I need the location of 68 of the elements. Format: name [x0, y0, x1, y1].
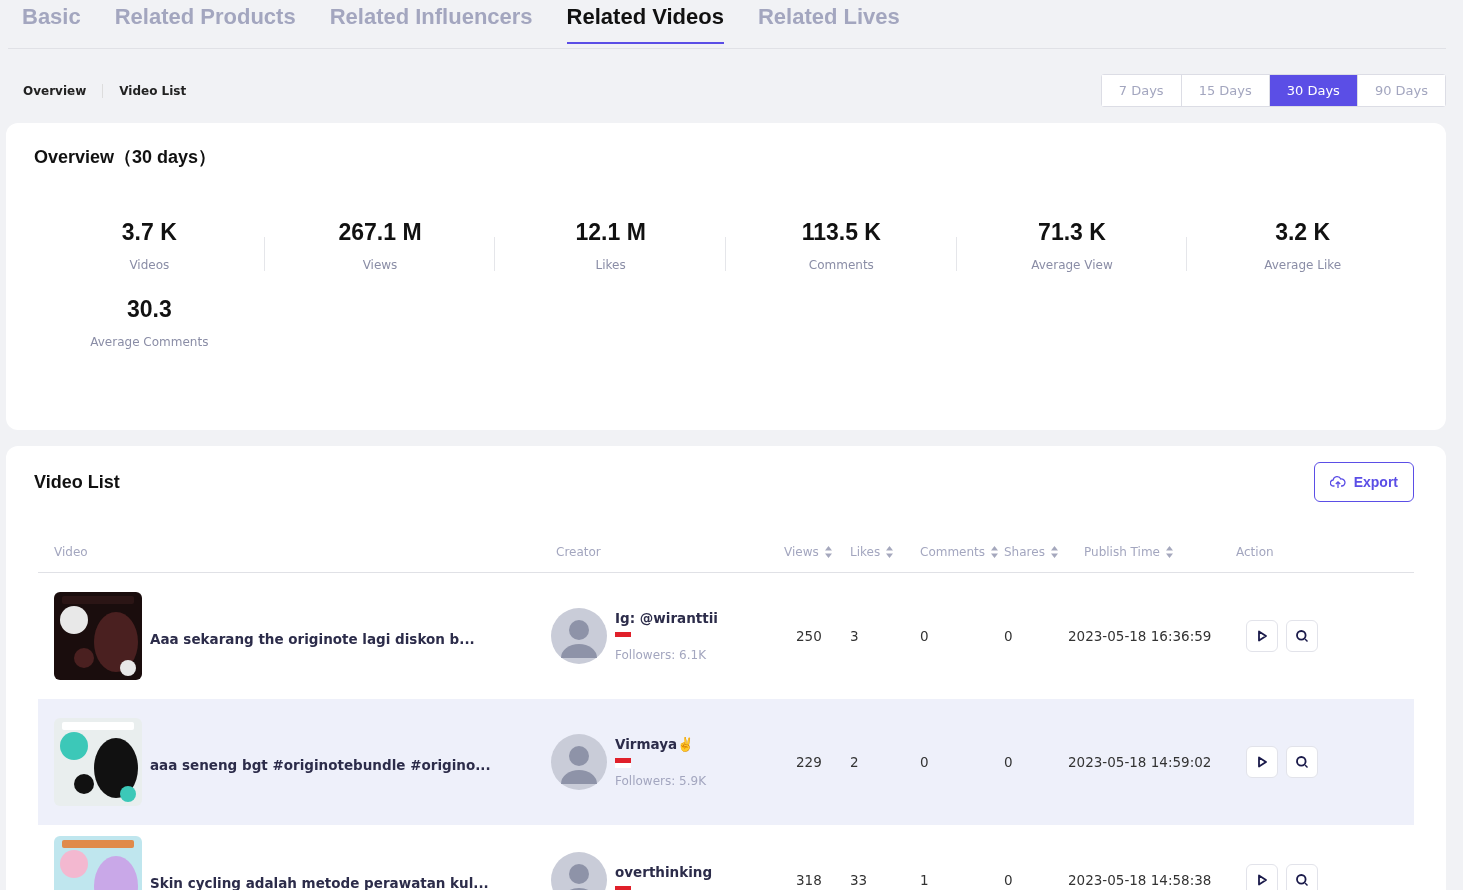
stat-label: Views	[362, 258, 398, 272]
video-title[interactable]: aaa seneng bgt #originotebundle #origino...	[150, 751, 491, 773]
anchor-link[interactable]: Overview	[23, 83, 87, 98]
column-header: Publish Time	[1084, 545, 1160, 559]
stat-value: 267.1 M	[338, 219, 422, 246]
stat-value: 30.3	[126, 296, 172, 323]
search-icon	[1295, 629, 1309, 643]
play-button[interactable]	[1246, 864, 1278, 890]
table-cell: 0	[920, 628, 929, 644]
table-cell: 2	[850, 754, 859, 770]
creator-name[interactable]: Virmaya✌	[615, 736, 695, 752]
stat-label: Average View	[1031, 258, 1113, 272]
follower-count: Followers: 5.9K	[615, 774, 707, 788]
stat-label: Likes	[595, 258, 626, 272]
column-header: Creator	[556, 545, 601, 559]
table-cell: 250	[796, 628, 822, 644]
play-button[interactable]	[1246, 746, 1278, 778]
cloud-upload-icon	[1329, 475, 1346, 489]
stat-value: 3.7 K	[121, 219, 177, 246]
export-button[interactable]: Export	[1313, 462, 1414, 502]
avatar	[551, 608, 607, 664]
table-cell: 2023-05-18 14:58:38	[1068, 872, 1212, 888]
search-button[interactable]	[1286, 620, 1318, 652]
stat-label: Videos	[129, 258, 170, 272]
search-icon	[1295, 755, 1309, 769]
tab[interactable]: Related Videos	[566, 0, 724, 44]
table-cell: 0	[920, 754, 929, 770]
column-header: Likes	[850, 545, 881, 559]
stat-value: 71.3 K	[1038, 219, 1106, 246]
anchor-link[interactable]: Video List	[119, 83, 187, 98]
video-title[interactable]: Aaa sekarang the originote lagi diskon b...	[150, 625, 475, 647]
column-header: Video	[54, 545, 88, 559]
table-cell: 0	[1004, 872, 1013, 888]
table-cell: 0	[1004, 754, 1013, 770]
play-button[interactable]	[1246, 620, 1278, 652]
stat-value: 3.2 K	[1275, 219, 1331, 246]
table-cell: 3	[850, 628, 859, 644]
stat-label: Average Comments	[90, 335, 209, 349]
flag-icon	[615, 758, 631, 768]
creator-name[interactable]: Ig: @wiranttii	[615, 610, 718, 626]
stat-label: Comments	[808, 258, 874, 272]
stat-value: 113.5 K	[801, 219, 881, 246]
video-title[interactable]: Skin cycling adalah metode perawatan kul...	[150, 869, 489, 890]
section-title: Overview（30 days）	[34, 146, 218, 169]
range-button[interactable]: 30 Days	[1268, 75, 1357, 106]
section-title: Video List	[34, 471, 120, 493]
table-cell: 2023-05-18 16:36:59	[1068, 628, 1212, 644]
table-cell: 2023-05-18 14:59:02	[1068, 754, 1212, 770]
play-icon	[1255, 629, 1269, 643]
play-icon	[1255, 873, 1269, 887]
search-button[interactable]	[1286, 746, 1318, 778]
table-cell: 318	[796, 872, 822, 888]
creator-name[interactable]: overthinking	[615, 864, 713, 880]
table-cell: 229	[796, 754, 822, 770]
column-header: Views	[784, 545, 819, 559]
avatar	[551, 734, 607, 790]
column-header: Comments	[920, 545, 986, 559]
follower-count: Followers: 6.1K	[615, 648, 707, 662]
play-icon	[1255, 755, 1269, 769]
table-cell: 1	[920, 872, 929, 888]
table-cell: 0	[1004, 628, 1013, 644]
column-header: Action	[1236, 545, 1274, 559]
search-button[interactable]	[1286, 864, 1318, 890]
table-cell: 33	[850, 872, 868, 888]
stat-value: 12.1 M	[575, 219, 646, 246]
column-header: Shares	[1004, 545, 1045, 559]
stat-label: Average Like	[1264, 258, 1342, 272]
search-icon	[1295, 873, 1309, 887]
